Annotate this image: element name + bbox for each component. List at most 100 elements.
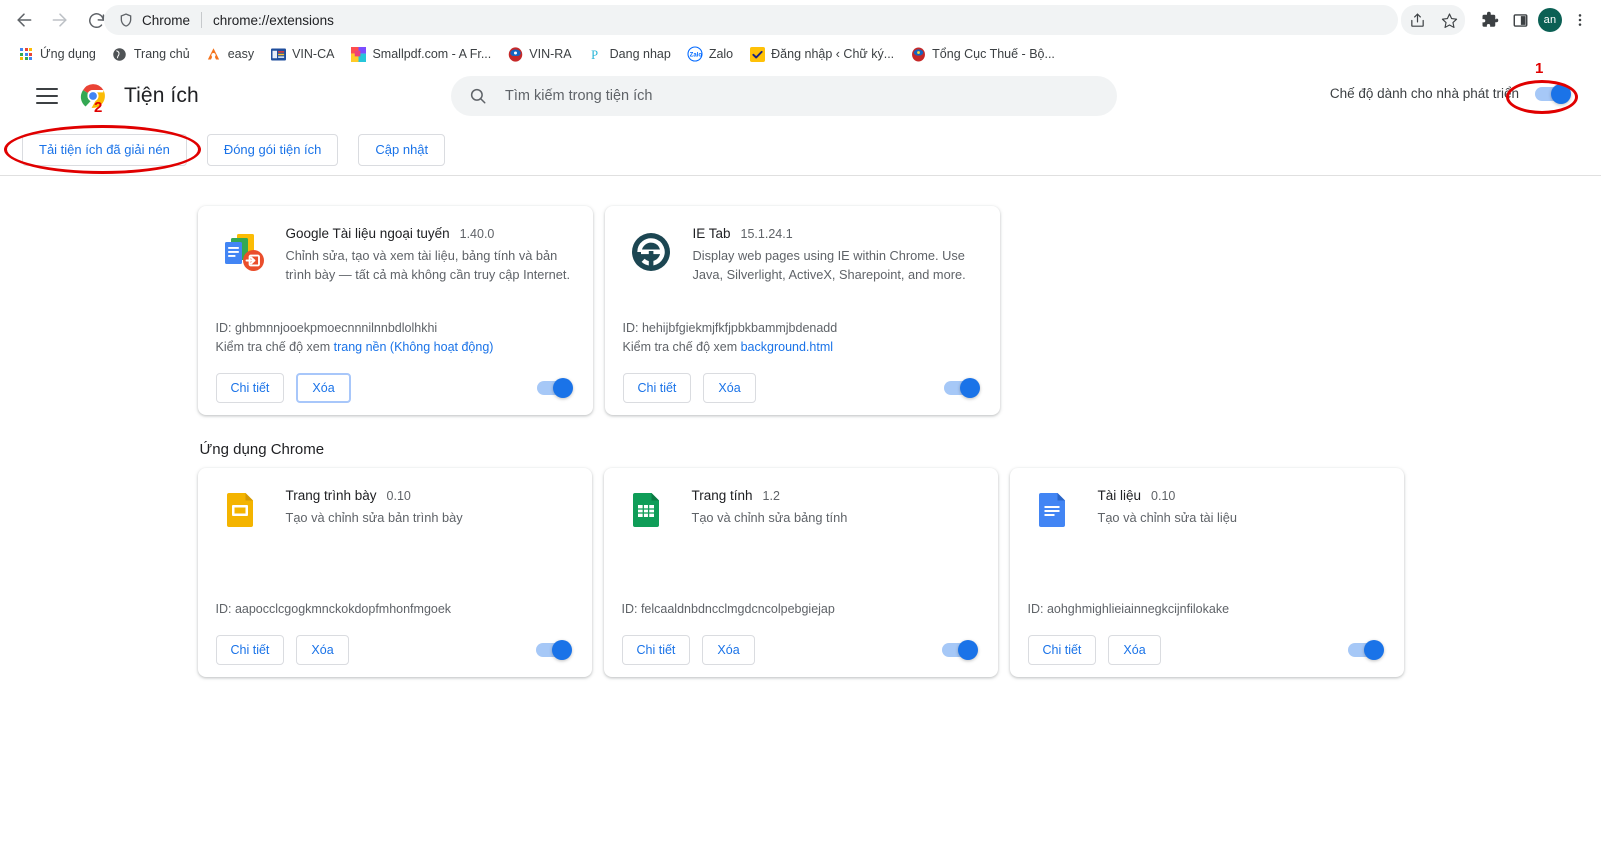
remove-button[interactable]: Xóa [296,635,349,665]
extension-card[interactable]: IE Tab 15.1.24.1 Display web pages using… [604,206,1000,415]
inspect-views-line: Kiểm tra chế độ xem background.html [623,338,982,357]
card-body: Trang trình bày 0.10 Tạo và chỉnh sửa bả… [216,488,574,600]
share-icon[interactable] [1401,5,1433,35]
app-card[interactable]: Tài liệu 0.10 Tạo và chỉnh sửa tài liệu … [1009,468,1404,677]
app-id: aapocclcgogkmnckokdopfmhonfmgoek [234,602,452,616]
chrome-shield-icon [118,12,134,28]
bookmark-easy[interactable]: easy [198,42,262,66]
search-box[interactable] [451,76,1117,116]
extension-meta: ID: ghbmnnjooekpmoecnnnilnnbdlolhkhi Kiể… [216,319,575,361]
browser-toolbar: Chrome chrome://extensions an [0,0,1601,40]
bookmark-vin-ca[interactable]: VIN-CA [262,42,342,66]
toggle-knob [1551,83,1571,104]
bookmark-label: Tổng Cục Thuế - Bộ... [932,47,1055,61]
address-bar[interactable]: Chrome chrome://extensions [104,5,1398,35]
app-description: Tạo và chỉnh sửa bảng tính [691,510,848,525]
google-docs-icon [1032,490,1080,538]
details-button[interactable]: Chi tiết [215,373,285,403]
remove-button[interactable]: Xóa [1108,635,1161,665]
details-button[interactable]: Chi tiết [621,635,691,665]
chrome-logo-icon [80,83,106,109]
app-version: 1.2 [762,489,780,503]
remove-button[interactable]: Xóa [703,373,756,403]
bookmarks-bar: Ứng dụng Trang chủ easy VIN-CA Smallpdf.… [0,40,1601,68]
extension-id-line: ID: hehijbfgiekmjfkfjpbkbammjbdenadd [623,319,982,338]
bookmark-label: Dang nhap [609,47,671,61]
card-footer: Chi tiết Xóa [198,623,592,677]
app-name: Trang trình bày [285,488,377,503]
app-name: Tài liệu [1097,488,1142,503]
extension-enable-toggle[interactable] [943,378,980,398]
card-footer: Chi tiết Xóa [198,361,593,415]
bookmark-label: Smallpdf.com - A Fr... [372,47,492,61]
three-dot-menu-icon[interactable] [1565,5,1595,35]
bookmark-zalo[interactable]: Zalo Zalo [679,42,741,66]
remove-button[interactable]: Xóa [296,373,351,403]
omnibox-divider [201,12,203,28]
app-version: 0.10 [386,489,411,503]
profile-avatar[interactable]: an [1535,5,1565,35]
app-enable-toggle[interactable] [1347,640,1384,660]
forward-arrow-icon[interactable] [42,2,78,38]
details-button[interactable]: Chi tiết [1027,635,1097,665]
bookmark-tong-cuc-thue[interactable]: Tổng Cục Thuế - Bộ... [902,42,1063,66]
extensions-grid: Google Tài liệu ngoại tuyến 1.40.0 Chỉnh… [197,206,1404,415]
pack-extension-button[interactable]: Đóng gói tiện ích [206,133,339,166]
app-id-line: ID: aapocclcgogkmnckokdopfmhonfmgoek [216,600,574,619]
bookmark-dang-nhap[interactable]: P Dang nhap [580,42,679,66]
extensions-header: Tiện ích Chế độ dành cho nhà phát triển [0,68,1601,124]
remove-button[interactable]: Xóa [702,635,755,665]
extensions-content: Google Tài liệu ngoại tuyến 1.40.0 Chỉnh… [0,176,1601,677]
details-button[interactable]: Chi tiết [215,635,285,665]
toggle-knob [551,640,572,660]
app-enable-toggle[interactable] [535,640,572,660]
extension-card[interactable]: Google Tài liệu ngoại tuyến 1.40.0 Chỉnh… [197,206,593,415]
bookmark-trang-chu[interactable]: Trang chủ [104,42,198,66]
extension-name: Google Tài liệu ngoại tuyến [285,226,450,241]
extensions-page: Tiện ích Chế độ dành cho nhà phát triển … [0,68,1601,848]
side-panel-icon[interactable] [1505,5,1535,35]
extension-id: hehijbfgiekmjfkfjpbkbammjbdenadd [641,321,838,335]
bookmark-apps[interactable]: Ứng dụng [10,42,104,66]
bookmark-dang-nhap-chu-ky[interactable]: Đăng nhập ‹ Chữ ký... [741,42,902,66]
card-footer: Chi tiết Xóa [605,361,1000,415]
inspect-view-link[interactable]: background.html [741,340,833,354]
id-prefix: ID: [622,321,642,335]
developer-mode-toggle[interactable] [1535,83,1571,104]
name-line: Google Tài liệu ngoại tuyến 1.40.0 [286,226,575,241]
toggle-knob [1363,640,1384,660]
extension-meta: ID: hehijbfgiekmjfkfjpbkbammjbdenadd Kiể… [623,319,982,361]
card-footer: Chi tiết Xóa [604,623,998,677]
bookmark-label: easy [227,47,255,61]
id-prefix: ID: [215,602,235,616]
app-id: aohghmighlieiainnegkcijnfilokake [1046,602,1230,616]
google-sheets-icon [626,490,674,538]
card-text: IE Tab 15.1.24.1 Display web pages using… [693,226,982,319]
extension-version: 1.40.0 [459,227,495,241]
hamburger-menu-icon[interactable] [36,88,58,104]
app-enable-toggle[interactable] [941,640,978,660]
card-body: Trang tính 1.2 Tạo và chỉnh sửa bảng tín… [622,488,980,600]
app-version: 0.10 [1151,489,1176,503]
extension-enable-toggle[interactable] [536,378,573,398]
update-extensions-button[interactable]: Cập nhật [358,133,446,166]
browser-window: Chrome chrome://extensions an Ứng dụng T… [0,0,1601,848]
toggle-knob [957,640,978,660]
star-icon[interactable] [1433,5,1465,35]
inspect-view-link[interactable]: trang nền (Không hoạt động) [334,340,494,354]
check-badge-icon [749,46,765,62]
load-unpacked-button[interactable]: Tải tiện ích đã giải nén [22,133,187,166]
page-title: Tiện ích [124,84,199,107]
app-card[interactable]: Trang trình bày 0.10 Tạo và chỉnh sửa bả… [197,468,592,677]
back-arrow-icon[interactable] [6,2,42,38]
vinra-icon [507,46,523,62]
bookmark-smallpdf[interactable]: Smallpdf.com - A Fr... [342,42,499,66]
extensions-puzzle-icon[interactable] [1475,5,1505,35]
app-card[interactable]: Trang tính 1.2 Tạo và chỉnh sửa bảng tín… [603,468,998,677]
search-input[interactable] [503,87,1099,105]
bookmark-vin-ra[interactable]: VIN-RA [499,42,579,66]
id-prefix: ID: [621,602,641,616]
details-button[interactable]: Chi tiết [622,373,692,403]
zalo-icon: Zalo [687,46,703,62]
avatar-initials: an [1538,8,1562,32]
